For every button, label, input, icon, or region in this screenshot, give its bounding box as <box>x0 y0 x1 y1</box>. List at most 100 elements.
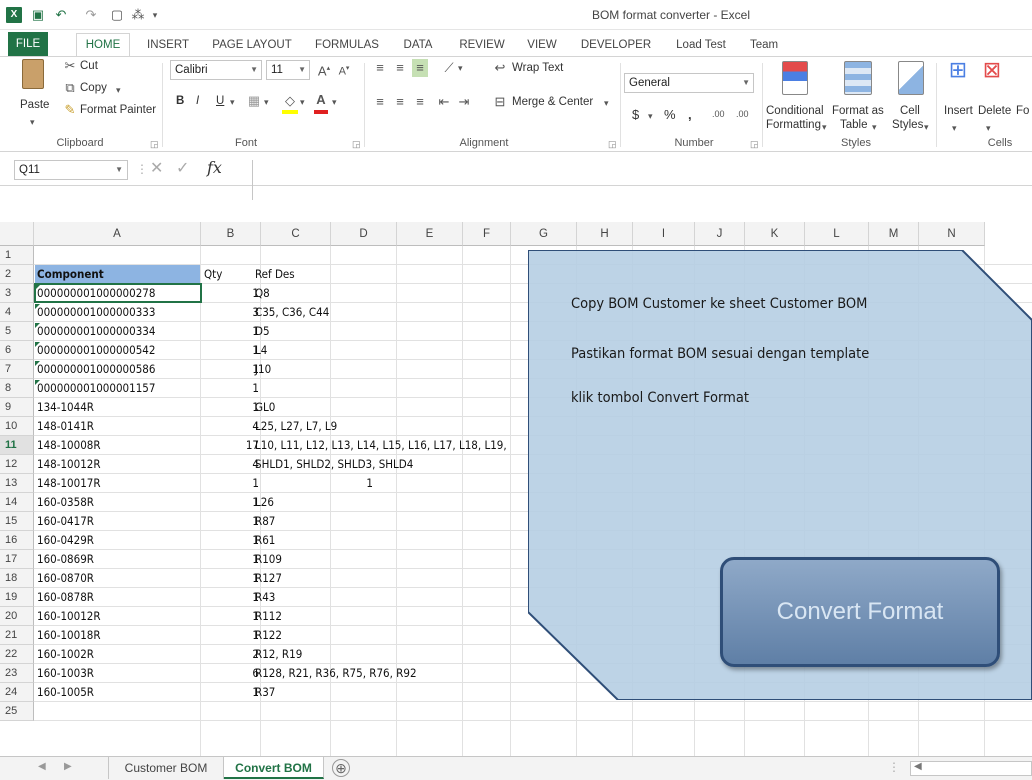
cell-ref-des[interactable]: L25, L27, L7, L9 <box>255 417 337 436</box>
row-header[interactable]: 11 <box>0 436 34 455</box>
insert-cells-icon[interactable]: ⊞ <box>946 59 970 81</box>
cell-ref-des[interactable]: SHLD1, SHLD2, SHLD3, SHLD4 <box>255 455 413 474</box>
row-header[interactable]: 8 <box>0 379 34 398</box>
cell-ref-des[interactable]: R37 <box>255 683 275 702</box>
cell-component[interactable]: 000000001000000334 <box>37 322 155 341</box>
currency-dropdown-icon[interactable]: ▾ <box>648 107 653 125</box>
confirm-entry-icon[interactable]: ✓ <box>176 158 189 178</box>
row-header[interactable]: 3 <box>0 284 34 303</box>
paste-dropdown-icon[interactable]: ▾ <box>30 113 35 131</box>
cell-qty[interactable]: 1 <box>201 493 259 512</box>
delete-dropdown-icon[interactable]: ▾ <box>986 119 991 137</box>
cell-qty[interactable]: 4 <box>201 455 259 474</box>
tab-load-test[interactable]: Load Test <box>668 34 734 56</box>
header-component[interactable]: Component <box>37 265 104 284</box>
cell-component[interactable]: 160-0870R <box>37 569 94 588</box>
column-header-3[interactable]: D <box>331 222 397 246</box>
format-as-table-label2[interactable]: Table <box>840 119 868 131</box>
align-right-icon[interactable]: ≡ <box>412 93 428 111</box>
row-header[interactable]: 14 <box>0 493 34 512</box>
cell-component[interactable]: 000000001000000586 <box>37 360 155 379</box>
delete-cells-button[interactable]: Delete <box>978 105 1011 117</box>
column-header-8[interactable]: I <box>633 222 695 246</box>
cell-ref-des[interactable]: R128, R21, R36, R75, R76, R92 <box>255 664 417 683</box>
cell-component[interactable]: 134-1044R <box>37 398 94 417</box>
row-header[interactable]: 7 <box>0 360 34 379</box>
row-header[interactable]: 20 <box>0 607 34 626</box>
row-header[interactable]: 15 <box>0 512 34 531</box>
tab-insert[interactable]: INSERT <box>140 34 196 56</box>
cell-qty[interactable]: 1 <box>201 379 259 398</box>
currency-button[interactable]: $ <box>632 107 639 122</box>
select-all-corner[interactable] <box>0 222 34 246</box>
cell-qty[interactable]: 17 <box>201 436 259 455</box>
tab-review[interactable]: REVIEW <box>454 34 510 56</box>
column-header-6[interactable]: G <box>511 222 577 246</box>
cell-ref-des[interactable]: R109 <box>255 550 282 569</box>
orientation-icon[interactable]: ⟋ <box>440 59 458 77</box>
cell-styles-button[interactable]: Cell <box>900 105 920 117</box>
cell-component[interactable]: 160-0429R <box>37 531 94 550</box>
tab-home[interactable]: HOME <box>76 33 130 57</box>
insert-dropdown-icon[interactable]: ▾ <box>952 119 957 137</box>
cell-qty[interactable]: 1 <box>201 284 259 303</box>
horizontal-scrollbar[interactable]: ◀ <box>910 761 1032 776</box>
paste-icon[interactable] <box>22 59 44 89</box>
increase-decimal-button[interactable]: .00 <box>712 109 725 119</box>
sheet-tab-convert-bom[interactable]: Convert BOM <box>224 757 324 779</box>
cut-button[interactable]: Cut <box>80 60 98 72</box>
add-sheet-icon[interactable]: ⊕ <box>332 759 350 777</box>
cell-component[interactable]: 148-0141R <box>37 417 94 436</box>
cell-qty[interactable]: 1 <box>201 341 259 360</box>
conditional-dropdown-icon[interactable]: ▾ <box>822 118 827 136</box>
cell-component[interactable]: 160-1002R <box>37 645 94 664</box>
cell-qty[interactable]: 6 <box>201 664 259 683</box>
copy-button[interactable]: Copy <box>80 82 107 94</box>
cell-qty[interactable]: 1 <box>201 550 259 569</box>
cell-ref-des[interactable]: R87 <box>255 512 275 531</box>
row-header[interactable]: 22 <box>0 645 34 664</box>
cell-styles-label2[interactable]: Styles <box>892 119 923 131</box>
cell-qty[interactable]: 1 <box>201 626 259 645</box>
increase-indent-icon[interactable]: ⇥ <box>456 93 472 111</box>
cell-qty[interactable]: 1 <box>201 474 259 493</box>
cell-ref-des[interactable]: D5 <box>255 322 270 341</box>
cell-ref-des[interactable]: L26 <box>255 493 274 512</box>
fill-color-icon[interactable]: ◇ <box>282 92 298 110</box>
scroll-left-icon[interactable]: ◀ <box>914 761 922 772</box>
cell-qty[interactable]: 3 <box>201 303 259 322</box>
column-header-7[interactable]: H <box>577 222 633 246</box>
column-header-1[interactable]: B <box>201 222 261 246</box>
cell-component[interactable]: 160-1005R <box>37 683 94 702</box>
row-header[interactable]: 25 <box>0 702 34 721</box>
cell-component[interactable]: 148-10008R <box>37 436 101 455</box>
format-table-dropdown-icon[interactable]: ▾ <box>872 118 877 136</box>
alignment-launcher-icon[interactable]: ◲ <box>608 139 617 150</box>
name-box[interactable]: Q11 ▼ <box>14 160 128 180</box>
borders-icon[interactable]: ▦ <box>246 92 262 110</box>
tab-team[interactable]: Team <box>744 34 784 56</box>
cell-ref-des[interactable]: R112 <box>255 607 282 626</box>
cell-component[interactable]: 148-10017R <box>37 474 101 493</box>
tab-developer[interactable]: DEVELOPER <box>576 34 656 56</box>
row-header[interactable]: 12 <box>0 455 34 474</box>
header-qty[interactable]: Qty <box>204 265 222 284</box>
tab-data[interactable]: DATA <box>394 34 442 56</box>
font-color-dropdown-icon[interactable]: ▾ <box>332 93 337 111</box>
font-color-icon[interactable]: A <box>314 91 328 109</box>
conditional-formatting-icon[interactable] <box>782 61 808 95</box>
cell-component[interactable]: 160-0417R <box>37 512 94 531</box>
scroll-sheets-left-icon[interactable]: ◀ <box>38 761 46 772</box>
font-size-combo[interactable]: 11 ▼ <box>266 60 310 80</box>
cell-ref-des[interactable]: Q8 <box>255 284 270 303</box>
tab-view[interactable]: VIEW <box>522 34 562 56</box>
copy-dropdown-icon[interactable]: ▾ <box>116 81 121 99</box>
row-header[interactable]: 16 <box>0 531 34 550</box>
row-header[interactable]: 10 <box>0 417 34 436</box>
grow-font-icon[interactable]: A▴ <box>316 60 332 80</box>
align-center-icon[interactable]: ≡ <box>392 93 408 111</box>
cell-qty[interactable]: 4 <box>201 417 259 436</box>
column-header-5[interactable]: F <box>463 222 511 246</box>
font-name-combo[interactable]: Calibri ▼ <box>170 60 262 80</box>
merge-center-icon[interactable]: ⊟ <box>492 93 508 111</box>
